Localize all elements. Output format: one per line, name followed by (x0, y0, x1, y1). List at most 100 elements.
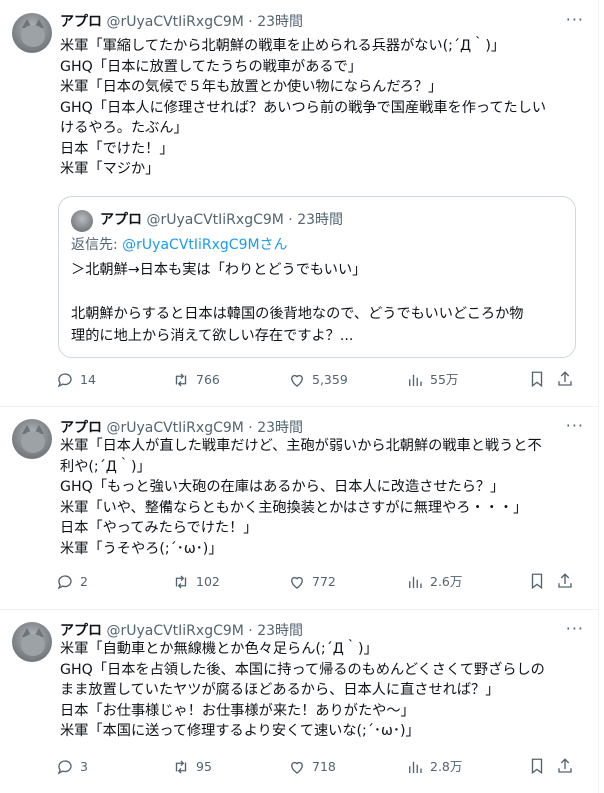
author-handle[interactable]: @rUyaCVtIiRxgC9M (106, 14, 243, 30)
like-icon (291, 374, 303, 387)
avatar[interactable] (12, 622, 52, 662)
tweet-line: GHQ「日本を占領した後、本国に持って帰るのもめんどくさくて野ざらしの (60, 661, 545, 678)
tweet-line: 米軍「日本の気候で５年も放置とか使い物にならんだろ？」 (60, 79, 443, 95)
quoted-avatar (71, 210, 93, 232)
tweet-line: GHQ「日本に放置してたうちの戦車があるで」 (60, 58, 362, 75)
tweet-text: 米軍「自動車とか無線機とか色々足らん(;´Д｀)」 GHQ「日本を占領した後、本… (60, 639, 580, 742)
like-icon (291, 576, 303, 589)
timestamp[interactable]: 23時間 (257, 14, 303, 30)
bookmark-icon[interactable] (528, 572, 546, 590)
quoted-line: 北朝鮮からすると日本は韓国の後背地なので、どうでもいいどころか物 (71, 306, 524, 322)
avatar[interactable] (12, 419, 52, 459)
views-icon (409, 576, 422, 588)
view-count: 2.6万 (430, 574, 463, 589)
reply-to: 返信先: @rUyaCVtIiRxgC9Mさん (71, 235, 288, 255)
repost-count: 102 (196, 574, 220, 589)
reply-prefix: 返信先: (71, 237, 123, 253)
repost-button[interactable]: 766 (172, 370, 220, 390)
repost-count: 95 (196, 759, 212, 774)
views-button[interactable]: 2.6万 (406, 572, 462, 592)
author-handle[interactable]: @rUyaCVtIiRxgC9M (106, 420, 243, 436)
tweet-line: 米軍「本国に送って修理するより安くて速いな(;´･ω･)」 (60, 723, 420, 739)
repost-icon (175, 575, 187, 589)
views-button[interactable]: 55万 (406, 370, 458, 390)
quoted-header: アプロ @rUyaCVtIiRxgC9M · 23時間 (100, 210, 343, 230)
author-handle[interactable]: @rUyaCVtIiRxgC9M (106, 623, 243, 639)
timestamp[interactable]: 23時間 (257, 623, 303, 639)
quoted-line (71, 281, 561, 303)
avatar[interactable] (12, 13, 52, 53)
more-icon[interactable]: ··· (566, 416, 584, 435)
separator: · (243, 14, 258, 30)
reply-button[interactable]: 3 (56, 757, 88, 777)
repost-button[interactable]: 95 (172, 757, 212, 777)
bookmark-icon[interactable] (528, 757, 546, 775)
reply-icon (57, 373, 72, 388)
like-count: 718 (312, 759, 336, 774)
quoted-text: ＞北朝鮮→日本も実は「わりとどうでもいい」 北朝鮮からすると日本は韓国の後背地な… (71, 259, 561, 347)
reply-button[interactable]: 2 (56, 572, 88, 592)
tweet-line: 米軍「日本人が直した戦車だけど、主砲が弱いから北朝鮮の戦車と戦うと不 (60, 438, 542, 454)
tweet-line: けるやろ。たぶん」 (60, 120, 188, 136)
quoted-author-handle: @rUyaCVtIiRxgC9M (146, 212, 284, 228)
views-icon (409, 374, 422, 386)
separator: · (243, 623, 258, 639)
tweet-header: アプロ @rUyaCVtIiRxgC9M · 23時間 (60, 418, 303, 438)
author-name[interactable]: アプロ (60, 420, 102, 436)
tweet-line: 米軍「うそやろ(;´･ω･)」 (60, 540, 223, 557)
tweet[interactable]: アプロ @rUyaCVtIiRxgC9M · 23時間 ··· 米軍「日本人が直… (0, 406, 598, 610)
more-icon[interactable]: ··· (566, 619, 584, 638)
tweet-actions: 3 95 718 2.8万 (56, 757, 576, 777)
like-button[interactable]: 772 (288, 572, 336, 592)
tweet-line: 米軍「自動車とか無線機とか色々足らん(;´Д｀)」 (60, 641, 378, 657)
tweet-line: 米軍「軍縮してたから北朝鮮の戦車を止められる兵器がない(;´Д｀)」 (60, 38, 506, 54)
bookmark-icon[interactable] (528, 370, 546, 388)
author-name[interactable]: アプロ (60, 623, 102, 639)
tweet-line: まま放置していたヤツが腐るほどあるから、日本人に直させれば？」 (60, 682, 500, 698)
timeline: アプロ @rUyaCVtIiRxgC9M · 23時間 ··· 米軍「軍縮してた… (0, 0, 599, 793)
like-button[interactable]: 5,359 (288, 370, 348, 390)
quoted-author-name: アプロ (100, 212, 142, 228)
like-count: 772 (312, 574, 336, 589)
quoted-tweet[interactable]: アプロ @rUyaCVtIiRxgC9M · 23時間 返信先: @rUyaCV… (58, 196, 576, 358)
quoted-line: 理的に地上から消えて欲しい存在ですよ？... (71, 328, 354, 344)
reply-icon (57, 760, 72, 775)
timestamp[interactable]: 23時間 (257, 420, 303, 436)
more-icon[interactable]: ··· (566, 10, 584, 29)
repost-icon (175, 760, 187, 774)
views-button[interactable]: 2.8万 (406, 757, 462, 777)
like-icon (291, 761, 303, 774)
reply-handle[interactable]: @rUyaCVtIiRxgC9Mさん (122, 237, 287, 253)
share-icon[interactable] (556, 370, 574, 388)
tweet-actions: 2 102 772 2.6万 (56, 572, 576, 592)
repost-count: 766 (196, 372, 220, 387)
tweet[interactable]: アプロ @rUyaCVtIiRxgC9M · 23時間 ··· 米軍「自動車とか… (0, 609, 598, 793)
like-count: 5,359 (312, 372, 348, 387)
repost-icon (175, 373, 187, 387)
quoted-line: ＞北朝鮮→日本も実は「わりとどうでもいい」 (71, 262, 367, 278)
separator: · (283, 212, 298, 228)
author-name[interactable]: アプロ (60, 14, 102, 30)
reply-count: 2 (80, 574, 88, 589)
quoted-timestamp: 23時間 (297, 212, 344, 228)
tweet-line: GHQ「日本人に修理させれば？あいつら前の戦争で国産戦車を作ってたしい (60, 99, 547, 116)
like-button[interactable]: 718 (288, 757, 336, 777)
tweet-text: 米軍「軍縮してたから北朝鮮の戦車を止められる兵器がない(;´Д｀)」 GHQ「日… (60, 36, 580, 180)
view-count: 2.8万 (430, 759, 463, 774)
share-icon[interactable] (556, 757, 574, 775)
tweet-actions: 14 766 5,359 55万 (56, 370, 576, 390)
reply-count: 14 (80, 372, 96, 387)
tweet-line: 利や(;´Д｀)」 (60, 458, 151, 475)
reply-icon (57, 575, 72, 590)
repost-button[interactable]: 102 (172, 572, 220, 592)
share-icon[interactable] (556, 572, 574, 590)
tweet-line: 米軍「マジか」 (60, 161, 160, 177)
tweet-header: アプロ @rUyaCVtIiRxgC9M · 23時間 (60, 12, 303, 32)
tweet-line: 米軍「いや、整備ならともかく主砲換装とかはさすがに無理やろ・・・」 (60, 499, 528, 516)
reply-button[interactable]: 14 (56, 370, 96, 390)
views-icon (409, 761, 422, 773)
tweet-line: 日本「お仕事様じゃ！お仕事様が来た！ありがたや～」 (60, 702, 415, 719)
tweet-line: GHQ「もっと強い大砲の在庫はあるから、日本人に改造させたら？」 (60, 479, 505, 495)
tweet-header: アプロ @rUyaCVtIiRxgC9M · 23時間 (60, 621, 303, 641)
tweet[interactable]: アプロ @rUyaCVtIiRxgC9M · 23時間 ··· 米軍「軍縮してた… (0, 0, 598, 407)
